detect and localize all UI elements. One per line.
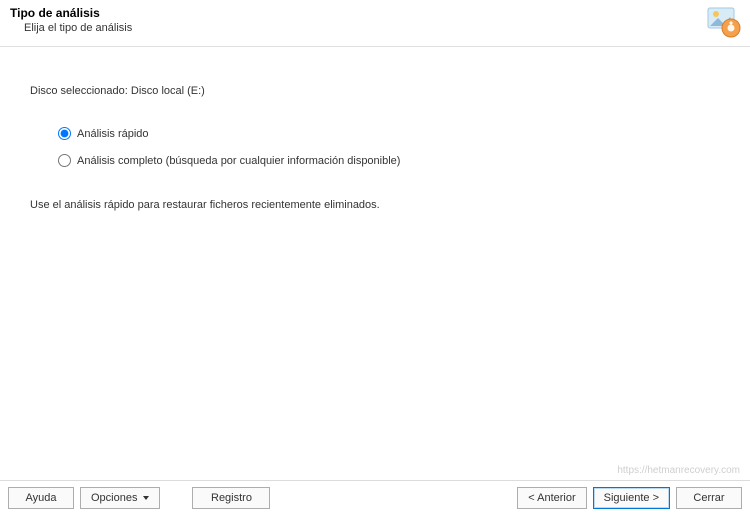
register-button-label: Registro — [211, 492, 252, 504]
close-button[interactable]: Cerrar — [676, 487, 742, 509]
close-button-label: Cerrar — [693, 492, 724, 504]
selected-disk-label: Disco seleccionado: Disco local (E:) — [30, 85, 720, 97]
wizard-content: Disco seleccionado: Disco local (E:) Aná… — [0, 47, 750, 211]
radio-full-analysis[interactable]: Análisis completo (búsqueda por cualquie… — [58, 154, 720, 167]
radio-quick-input[interactable] — [58, 127, 71, 140]
hint-text: Use el análisis rápido para restaurar fi… — [30, 199, 720, 211]
wizard-footer: Ayuda Opciones Registro < Anterior Sigui… — [0, 481, 750, 514]
footer-left-group: Ayuda Opciones Registro — [8, 487, 270, 509]
options-button[interactable]: Opciones — [80, 487, 160, 509]
options-button-label: Opciones — [91, 492, 137, 504]
next-button-label: Siguiente > — [604, 492, 659, 504]
analysis-options: Análisis rápido Análisis completo (búsqu… — [58, 127, 720, 167]
wizard-header: Tipo de análisis Elija el tipo de anális… — [0, 0, 750, 46]
watermark-link: https://hetmanrecovery.com — [617, 465, 740, 476]
page-title: Tipo de análisis — [10, 6, 740, 20]
back-button-label: < Anterior — [528, 492, 575, 504]
app-icon — [706, 4, 742, 40]
radio-quick-analysis[interactable]: Análisis rápido — [58, 127, 720, 140]
help-button-label: Ayuda — [26, 492, 57, 504]
next-button[interactable]: Siguiente > — [593, 487, 670, 509]
back-button[interactable]: < Anterior — [517, 487, 586, 509]
radio-full-label[interactable]: Análisis completo (búsqueda por cualquie… — [77, 155, 400, 167]
page-subtitle: Elija el tipo de análisis — [24, 22, 740, 34]
help-button[interactable]: Ayuda — [8, 487, 74, 509]
footer-gap — [166, 487, 186, 509]
chevron-down-icon — [143, 496, 149, 500]
radio-full-input[interactable] — [58, 154, 71, 167]
footer-right-group: < Anterior Siguiente > Cerrar — [517, 487, 742, 509]
register-button[interactable]: Registro — [192, 487, 270, 509]
radio-quick-label[interactable]: Análisis rápido — [77, 128, 149, 140]
